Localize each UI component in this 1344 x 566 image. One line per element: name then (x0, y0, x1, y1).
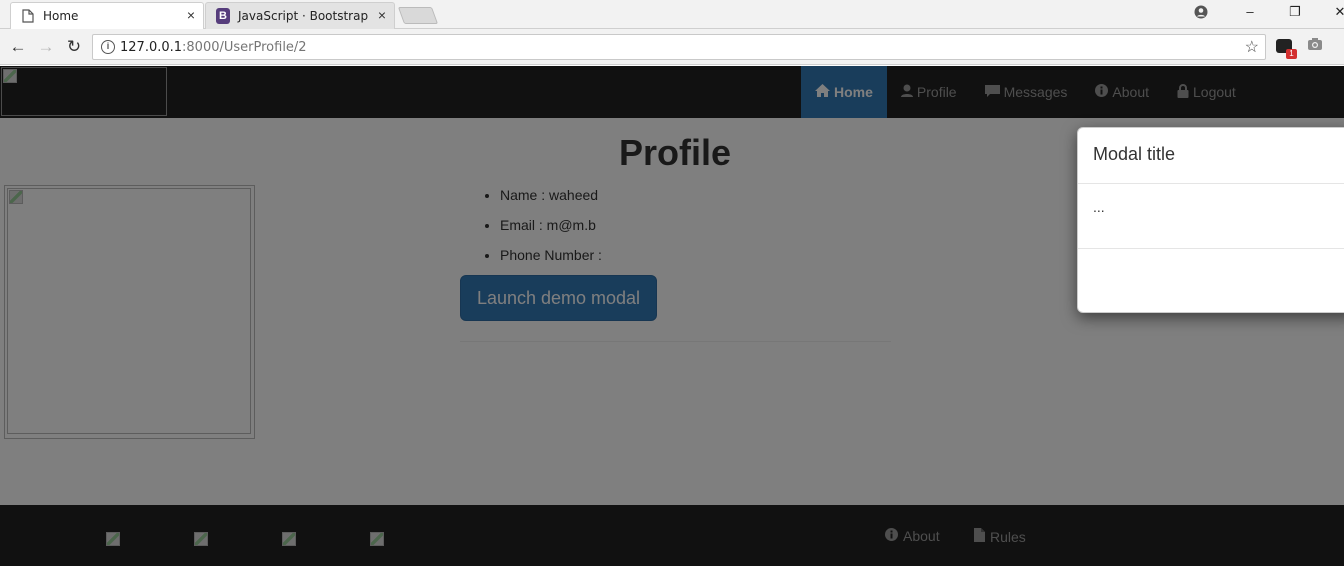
web-page: Home Profile Messages About Logout • • •… (0, 66, 1344, 566)
broken-image-icon (3, 69, 17, 83)
extension-badge: 1 (1286, 49, 1297, 59)
camera-icon[interactable] (1307, 37, 1323, 55)
minimize-icon[interactable]: – (1240, 4, 1260, 19)
nav-item-logout[interactable]: Logout (1163, 66, 1250, 118)
tab-title: JavaScript · Bootstrap (238, 9, 369, 23)
url-text: 127.0.0.1:8000/UserProfile/2 (120, 40, 307, 55)
page-icon (21, 9, 35, 23)
home-icon (815, 84, 830, 100)
browser-tab-bar: Home × B JavaScript · Bootstrap × – ❐ ✕ (0, 0, 1344, 29)
back-icon[interactable]: ← (8, 37, 28, 57)
info-icon (1095, 84, 1109, 100)
site-info-icon[interactable]: i (101, 40, 115, 54)
nav-item-home[interactable]: Home (801, 66, 887, 118)
modal-title: Modal title (1093, 144, 1176, 164)
browser-tab-home[interactable]: Home × (10, 2, 204, 29)
nav-label: Profile (916, 84, 957, 100)
modal-header: Modal title (1078, 128, 1344, 184)
user-icon (900, 84, 913, 100)
nav-label: About (1112, 84, 1149, 100)
bookmark-star-icon[interactable]: ☆ (1245, 37, 1259, 57)
brand-logo-image[interactable] (1, 67, 167, 116)
tab-title: Home (43, 9, 79, 23)
nav-item-about[interactable]: About (1081, 66, 1163, 118)
modal-body: ... (1078, 184, 1344, 249)
nav-menu: Home Profile Messages About Logout (801, 66, 1250, 118)
forward-icon[interactable]: → (36, 37, 56, 57)
browser-toolbar: ← → ↻ i 127.0.0.1:8000/UserProfile/2 ☆ 1 (0, 29, 1344, 65)
lock-icon (1177, 83, 1189, 101)
tab-close-icon[interactable]: × (187, 7, 195, 23)
nav-label: Home (834, 84, 873, 100)
tab-close-icon[interactable]: × (378, 7, 386, 23)
modal-dialog: Modal title ... (1077, 127, 1344, 313)
bootstrap-icon: B (216, 8, 230, 24)
browser-tab-bootstrap[interactable]: B JavaScript · Bootstrap × (205, 2, 395, 29)
reload-icon[interactable]: ↻ (64, 37, 84, 57)
nav-label: Logout (1193, 84, 1236, 100)
site-navbar: Home Profile Messages About Logout (0, 66, 1344, 118)
profile-icon[interactable] (1191, 5, 1211, 22)
restore-icon[interactable]: ❐ (1285, 4, 1305, 20)
new-tab-button[interactable] (397, 7, 439, 24)
nav-item-profile[interactable]: Profile (887, 66, 971, 118)
nav-item-messages[interactable]: Messages (971, 66, 1082, 118)
comment-icon (984, 84, 1000, 100)
close-window-icon[interactable]: ✕ (1330, 4, 1344, 20)
address-bar[interactable]: i 127.0.0.1:8000/UserProfile/2 ☆ (92, 34, 1266, 60)
nav-label: Messages (1003, 84, 1068, 100)
